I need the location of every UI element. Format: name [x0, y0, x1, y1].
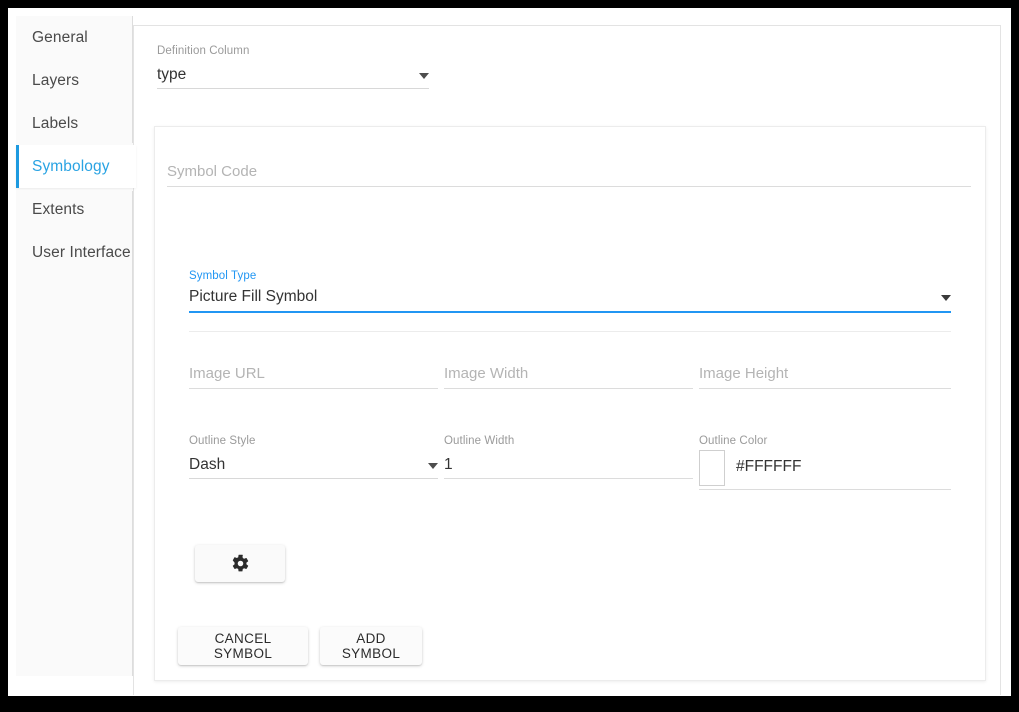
image-height-input[interactable]: Image Height — [699, 365, 951, 389]
chevron-down-icon — [419, 73, 429, 79]
sidebar-item-label: General — [32, 29, 88, 47]
outline-style-value: Dash — [189, 456, 225, 474]
outline-color-value: #FFFFFF — [736, 458, 801, 479]
symbol-type-value: Picture Fill Symbol — [189, 288, 317, 306]
symbol-code-input[interactable]: Symbol Code — [167, 163, 971, 187]
sidebar-item-label: Extents — [32, 201, 84, 219]
settings-sidebar: General Layers Labels Symbology Extents … — [16, 16, 133, 676]
sidebar-item-labels[interactable]: Labels — [16, 102, 133, 145]
sidebar-item-label: User Interface — [32, 244, 131, 262]
sidebar-item-symbology[interactable]: Symbology — [16, 145, 136, 188]
image-url-input[interactable]: Image URL — [189, 365, 438, 389]
app-frame: General Layers Labels Symbology Extents … — [8, 8, 1011, 696]
sidebar-item-general[interactable]: General — [16, 16, 133, 59]
sidebar-item-layers[interactable]: Layers — [16, 59, 133, 102]
chevron-down-icon — [428, 463, 438, 469]
gear-icon — [231, 554, 250, 573]
outline-width-field[interactable]: Outline Width 1 — [444, 435, 693, 479]
sidebar-item-label: Labels — [32, 115, 78, 133]
section-divider — [189, 331, 951, 332]
outline-style-label: Outline Style — [189, 435, 438, 447]
cancel-symbol-button[interactable]: CANCEL SYMBOL — [178, 627, 308, 665]
definition-column-label: Definition Column — [157, 45, 429, 57]
sidebar-item-extents[interactable]: Extents — [16, 188, 133, 231]
chevron-down-icon — [941, 295, 951, 301]
outline-style-select[interactable]: Dash — [189, 456, 438, 479]
outline-width-label: Outline Width — [444, 435, 693, 447]
symbol-settings-button[interactable] — [195, 545, 285, 582]
outline-width-input[interactable]: 1 — [444, 456, 693, 479]
image-width-input[interactable]: Image Width — [444, 365, 693, 389]
outline-color-field[interactable]: Outline Color #FFFFFF — [699, 435, 951, 490]
sidebar-item-label: Layers — [32, 72, 79, 90]
add-symbol-button[interactable]: ADD SYMBOL — [320, 627, 422, 665]
sidebar-item-user-interface[interactable]: User Interface — [16, 231, 133, 274]
color-swatch[interactable] — [699, 450, 725, 486]
symbol-type-select[interactable]: Picture Fill Symbol — [189, 288, 951, 313]
outline-style-field[interactable]: Outline Style Dash — [189, 435, 438, 479]
symbol-editor-card: Symbol Code Symbol Type Picture Fill Sym… — [154, 126, 986, 681]
symbology-panel: Definition Column type Symbol Code Symbo… — [133, 25, 1001, 695]
definition-column-value: type — [157, 66, 186, 84]
outline-color-label: Outline Color — [699, 435, 951, 447]
outline-width-value: 1 — [444, 456, 453, 474]
definition-column-select[interactable]: type — [157, 66, 429, 89]
definition-column-field[interactable]: Definition Column type — [157, 45, 429, 89]
symbol-type-field[interactable]: Symbol Type Picture Fill Symbol — [189, 270, 951, 313]
outline-color-input[interactable]: #FFFFFF — [699, 450, 951, 490]
sidebar-item-label: Symbology — [32, 158, 110, 176]
symbol-type-label: Symbol Type — [189, 270, 951, 282]
